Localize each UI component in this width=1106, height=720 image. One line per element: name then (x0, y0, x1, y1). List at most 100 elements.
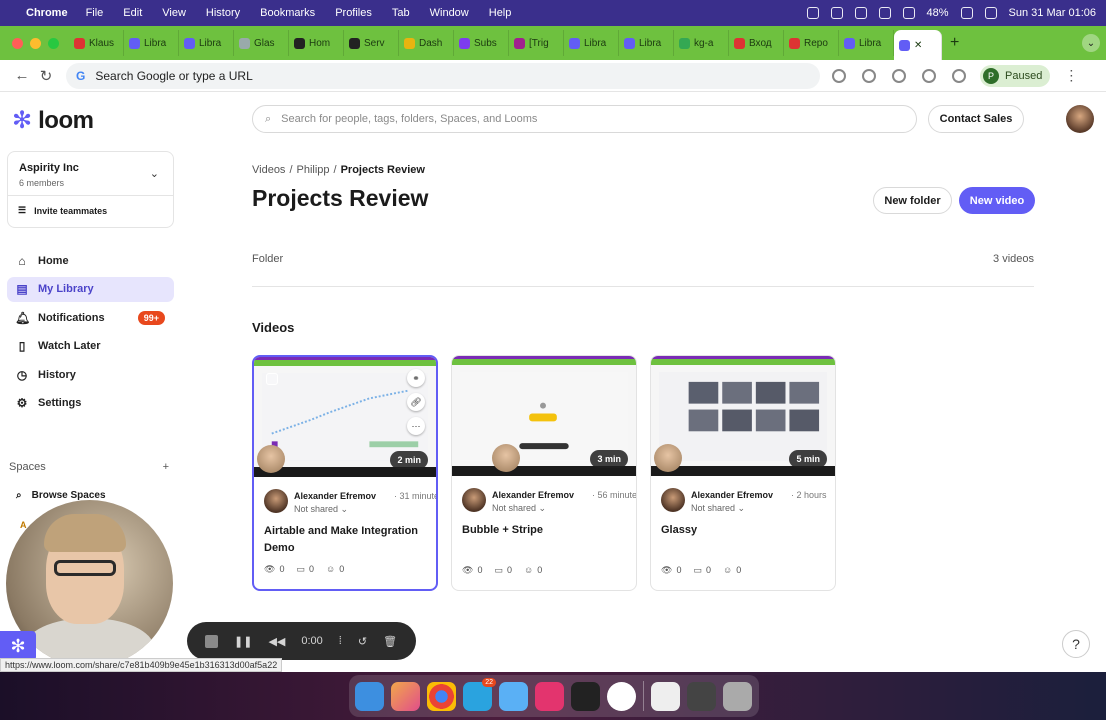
menu-file[interactable]: File (86, 7, 104, 19)
menu-window[interactable]: Window (430, 7, 469, 19)
extension-icon[interactable] (862, 68, 876, 83)
share-status-dropdown[interactable]: Not shared ⌄ (691, 503, 745, 514)
help-button[interactable]: ? (1062, 630, 1090, 658)
video-title[interactable]: Glassy (661, 522, 831, 539)
browser-tab[interactable]: Glas (234, 30, 289, 56)
more-icon[interactable]: ⋯ (407, 417, 425, 435)
invite-teammates-button[interactable]: ☰ Invite teammates (18, 205, 107, 216)
video-thumbnail[interactable]: 3 min (452, 356, 636, 476)
video-thumbnail[interactable]: 5 min (651, 356, 835, 476)
breadcrumb-philipp[interactable]: Philipp (297, 164, 330, 176)
rewind-icon[interactable]: ◀◀ (268, 635, 285, 648)
tab-search-button[interactable]: ⌄ (1082, 34, 1100, 52)
browser-tab[interactable]: Libra (179, 30, 234, 56)
status-icon[interactable] (878, 7, 891, 19)
browser-tab[interactable]: Dash (399, 30, 454, 56)
restart-icon[interactable]: ↺ (358, 635, 367, 648)
telegram-icon[interactable]: 22 (463, 677, 496, 711)
select-checkbox[interactable] (266, 373, 278, 385)
app-menu-chrome[interactable]: Chrome (26, 7, 68, 19)
new-tab-button[interactable]: + (950, 34, 959, 52)
sidebar-item-history[interactable]: ◷ History (7, 362, 174, 387)
browser-tab[interactable]: Libra (564, 30, 619, 56)
status-icon[interactable] (854, 7, 867, 19)
status-icon[interactable] (830, 7, 843, 19)
active-browser-tab[interactable]: ✕ (894, 30, 942, 60)
video-title[interactable]: Bubble + Stripe (462, 522, 632, 539)
chrome-menu-icon[interactable]: ⋮ (1064, 67, 1078, 84)
minimize-window-button[interactable] (30, 37, 41, 49)
sidebar-item-my-library[interactable]: ▤ My Library (7, 276, 174, 302)
browser-tab[interactable]: Libra (839, 30, 894, 56)
address-bar[interactable]: G Search Google or type a URL (66, 62, 820, 89)
browser-tab[interactable]: [Trig (509, 30, 564, 56)
close-window-button[interactable] (12, 37, 23, 49)
extension-icon[interactable] (892, 68, 906, 83)
contact-sales-button[interactable]: Contact Sales (928, 105, 1024, 133)
browser-tab[interactable]: Klaus (69, 30, 124, 56)
browser-tab[interactable]: kg-a (674, 30, 729, 56)
search-input[interactable]: ⌕ Search for people, tags, folders, Spac… (252, 105, 917, 133)
mail-icon[interactable] (499, 681, 528, 711)
sidebar-item-watch-later[interactable]: ▯ Watch Later (7, 334, 174, 359)
menu-edit[interactable]: Edit (123, 7, 142, 19)
menu-tab[interactable]: Tab (392, 7, 410, 19)
chrome-icon[interactable] (427, 681, 456, 711)
browser-tab[interactable]: Hom (289, 30, 344, 56)
link-icon[interactable]: 🔗︎ (407, 393, 425, 411)
drawing-icon[interactable]: ⁞ (339, 635, 342, 647)
wifi-icon[interactable] (902, 7, 915, 19)
pause-icon[interactable]: ❚❚ (234, 635, 252, 648)
app-icon[interactable] (571, 681, 600, 711)
menu-bookmarks[interactable]: Bookmarks (260, 7, 315, 19)
sidebar-item-home[interactable]: ⌂ Home (7, 248, 174, 273)
sidepanel-icon[interactable] (952, 68, 966, 83)
reload-icon[interactable]: ↻ (34, 67, 58, 85)
browser-tab[interactable]: Libra (619, 30, 674, 56)
loom-logo[interactable]: ✻ loom (12, 107, 94, 135)
add-space-icon[interactable]: + (163, 461, 169, 473)
video-thumbnail[interactable]: ⚭ 🔗︎ ⋯ 2 min (254, 357, 436, 477)
document-icon[interactable] (651, 681, 680, 711)
video-title[interactable]: Airtable and Make Integration Demo (264, 523, 434, 557)
app-icon[interactable] (687, 681, 716, 711)
video-card[interactable]: 5 min Alexander Efremov · 2 hours Not sh… (650, 355, 836, 591)
share-icon[interactable]: ⚭ (407, 369, 425, 387)
workspace-name[interactable]: Aspirity Inc (19, 162, 79, 174)
video-card[interactable]: 3 min Alexander Efremov · 56 minutes Not… (451, 355, 637, 591)
search-icon[interactable] (984, 7, 997, 19)
loom-recorder-icon[interactable]: ✻ (0, 631, 36, 661)
stop-icon[interactable] (205, 634, 218, 648)
extension-icon[interactable] (832, 68, 846, 83)
browser-tab[interactable]: Repo (784, 30, 839, 56)
new-folder-button[interactable]: New folder (873, 187, 952, 214)
share-status-dropdown[interactable]: Not shared ⌄ (492, 503, 546, 514)
trash-icon[interactable] (723, 681, 752, 711)
browser-tab[interactable]: Subs (454, 30, 509, 56)
app-icon[interactable] (535, 681, 564, 711)
sidebar-item-settings[interactable]: ⚙ Settings (7, 391, 174, 416)
menu-history[interactable]: History (206, 7, 240, 19)
menu-profiles[interactable]: Profiles (335, 7, 372, 19)
browser-tab[interactable]: Вход (729, 30, 784, 56)
sidebar-item-notifications[interactable]: 🔔︎ Notifications 99+ (7, 305, 174, 330)
clock-icon[interactable] (607, 681, 636, 711)
new-video-button[interactable]: New video (959, 187, 1035, 214)
back-icon[interactable]: ← (10, 67, 34, 84)
menubar-clock[interactable]: Sun 31 Mar 01:06 (1009, 7, 1096, 19)
browser-tab[interactable]: Libra (124, 30, 179, 56)
browser-tab[interactable]: Serv (344, 30, 399, 56)
launchpad-icon[interactable] (391, 681, 420, 711)
menu-view[interactable]: View (162, 7, 186, 19)
trash-icon[interactable]: 🗑︎ (383, 635, 397, 648)
breadcrumb-videos[interactable]: Videos (252, 164, 285, 176)
chevron-down-icon[interactable]: ⌄ (150, 167, 159, 180)
status-icon[interactable] (806, 7, 819, 19)
finder-icon[interactable] (355, 681, 384, 711)
user-avatar[interactable] (1066, 105, 1094, 133)
close-tab-icon[interactable]: ✕ (914, 40, 922, 51)
video-card[interactable]: ⚭ 🔗︎ ⋯ 2 min Alexander Efremov · 31 minu… (252, 355, 438, 591)
menu-help[interactable]: Help (489, 7, 512, 19)
battery-icon[interactable] (960, 7, 973, 19)
share-status-dropdown[interactable]: Not shared ⌄ (294, 504, 348, 515)
